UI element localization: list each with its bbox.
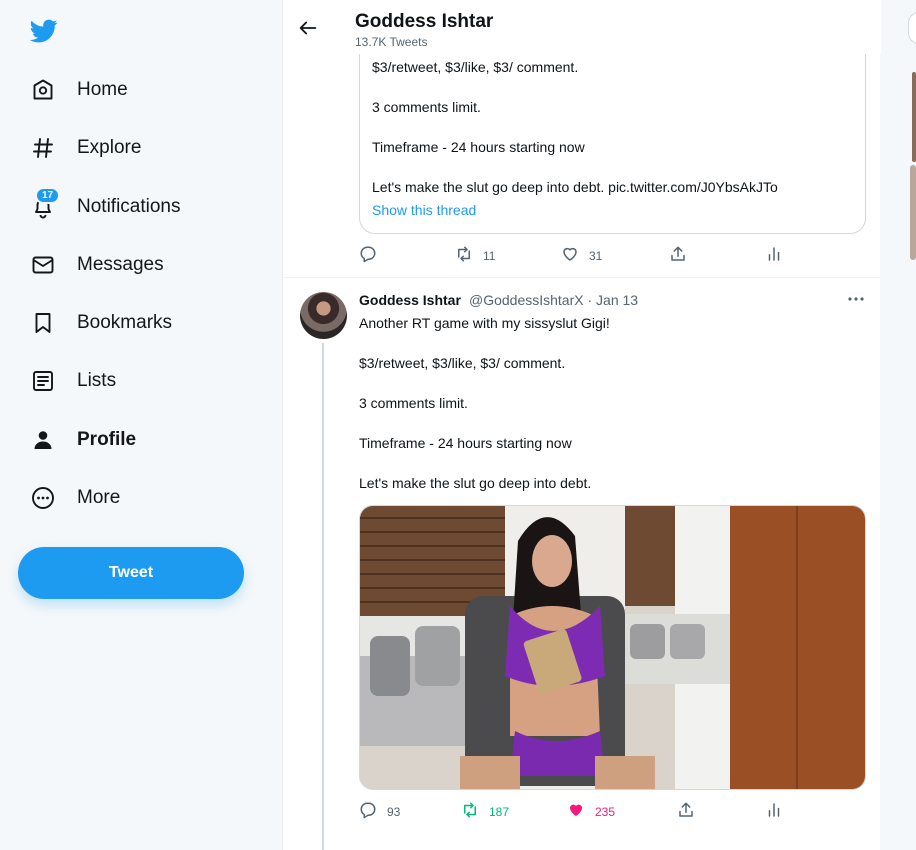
quote-text-line: Let's make the slut go deep into debt. p… [372,179,778,195]
retweet-count: 187 [489,805,510,819]
like-count: 31 [589,249,603,263]
retweet-icon [461,801,479,824]
retweet-button[interactable]: 187 [461,800,509,824]
share-button[interactable] [669,244,687,268]
nav-profile-label: Profile [77,429,137,450]
tweet-text-line: Let's make the slut go deep into debt. [359,475,592,491]
bell-icon: 17 [30,187,61,220]
bookmark-icon [30,310,56,336]
show-thread-link[interactable]: Show this thread [372,202,476,218]
share-icon [677,801,695,824]
reply-count: 93 [387,805,401,819]
tweet-button[interactable]: Tweet [18,547,244,599]
reply-button[interactable] [359,244,377,268]
quote-tweet-card[interactable]: $3/retweet, $3/like, $3/ comment. 3 comm… [359,40,866,234]
tweet-author-name[interactable]: Goddess Ishtar [359,292,461,308]
retweet-icon [455,245,473,268]
search-box-edge[interactable] [908,12,916,44]
more-options-icon[interactable] [847,292,865,306]
notifications-badge: 17 [35,187,61,204]
share-icon [669,245,687,268]
like-count: 235 [595,805,616,819]
profile-header: Goddess Ishtar 13.7K Tweets [283,0,881,54]
tweet-text-line: Another RT game with my sissyslut Gigi! [359,315,610,331]
tweet-divider [283,277,881,278]
quote-text-line: $3/retweet, $3/like, $3/ comment. [372,59,579,75]
media-thumbnail[interactable] [910,165,916,260]
nav-profile[interactable]: Profile [30,420,136,460]
quote-text-line: 3 comments limit. [372,99,481,115]
like-button[interactable]: 31 [561,244,602,268]
twitter-bird-icon[interactable] [29,17,59,45]
tweet-text-line: $3/retweet, $3/like, $3/ comment. [359,355,566,371]
more-circle-icon [30,485,56,511]
analytics-button[interactable] [765,800,783,824]
nav-home-label: Home [77,79,128,100]
hashtag-icon [30,135,56,161]
tweet-action-bar: 93 187 235 [359,800,864,824]
reply-icon [359,245,377,268]
nav-explore[interactable]: Explore [30,128,141,168]
nav-home[interactable]: Home [30,70,128,110]
avatar[interactable] [300,292,347,339]
person-icon [30,427,56,453]
quote-action-bar: 11 31 [359,244,864,268]
analytics-icon [765,801,783,824]
reply-icon [359,801,377,824]
tweet-text-line: Timeframe - 24 hours starting now [359,435,572,451]
reply-button[interactable]: 93 [359,800,400,824]
quote-text-line: Timeframe - 24 hours starting now [372,139,585,155]
retweet-count: 11 [483,249,496,263]
nav-messages[interactable]: Messages [30,245,164,285]
envelope-icon [30,252,56,278]
back-arrow-icon[interactable] [297,17,319,39]
nav-explore-label: Explore [77,137,142,158]
sidebar: Home Explore 17 Notifications Messages B… [0,0,282,850]
tweet-author-meta[interactable]: @GoddessIshtarX · Jan 13 [469,292,638,308]
nav-more[interactable]: More [30,478,120,518]
heart-icon [561,245,579,268]
home-icon [30,77,56,103]
like-button[interactable]: 235 [567,800,615,824]
nav-messages-label: Messages [77,254,164,275]
heart-icon [567,801,585,824]
nav-bookmarks-label: Bookmarks [77,312,173,333]
nav-bookmarks[interactable]: Bookmarks [30,303,172,343]
share-button[interactable] [677,800,695,824]
nav-notifications[interactable]: 17 Notifications [30,187,181,227]
right-column [880,0,916,850]
nav-more-label: More [77,487,121,508]
analytics-button[interactable] [765,244,783,268]
page-title: Goddess Ishtar [355,11,494,32]
media-thumbnail[interactable] [912,72,916,162]
nav-lists-label: Lists [77,370,117,391]
list-icon [30,368,56,394]
thread-connector-line [322,343,324,850]
tweet-count: 13.7K Tweets [355,35,428,49]
retweet-button[interactable]: 11 [455,244,495,268]
main-timeline: $3/retweet, $3/like, $3/ comment. 3 comm… [282,0,882,850]
nav-notifications-label: Notifications [77,196,181,217]
tweet-text-line: 3 comments limit. [359,395,468,411]
analytics-icon [765,245,783,268]
tweet-photo[interactable] [359,505,866,790]
nav-lists[interactable]: Lists [30,361,116,401]
